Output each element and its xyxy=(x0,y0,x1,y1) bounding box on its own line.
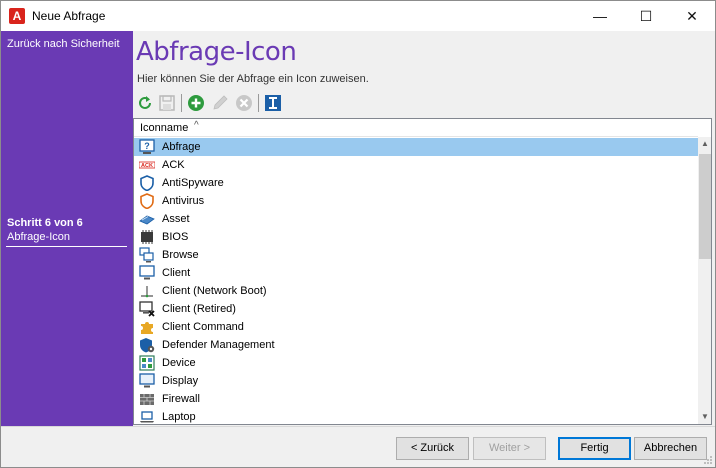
save-icon xyxy=(159,95,175,111)
refresh-icon[interactable] xyxy=(136,94,154,112)
list-item[interactable]: Client xyxy=(134,264,698,282)
list-item[interactable]: Client Command xyxy=(134,318,698,336)
list-item[interactable]: Device xyxy=(134,354,698,372)
list-item[interactable]: Laptop xyxy=(134,408,698,424)
laptop-icon xyxy=(140,411,154,423)
add-icon[interactable] xyxy=(187,94,205,112)
list-item-label: AntiSpyware xyxy=(162,177,224,189)
page-title: Abfrage-Icon xyxy=(136,37,297,67)
scroll-up-arrow-icon[interactable]: ▲ xyxy=(698,137,711,151)
resize-grip-icon[interactable] xyxy=(703,455,713,465)
svg-text:?: ? xyxy=(144,141,150,151)
list-rows: ? Abfrage ACK ACK AntiSpyware Antivirus … xyxy=(134,138,698,424)
toolbar-separator xyxy=(258,94,259,112)
page-subtitle: Hier können Sie der Abfrage ein Icon zuw… xyxy=(137,73,369,85)
list-item-label: Client Command xyxy=(162,321,244,333)
close-button[interactable]: ✕ xyxy=(669,1,715,31)
puzzle-icon xyxy=(141,322,153,334)
list-item-label: Client (Retired) xyxy=(162,303,236,315)
list-header[interactable]: Iconname ^ xyxy=(134,119,698,137)
toolbar xyxy=(133,91,715,115)
list-item-label: Browse xyxy=(162,249,199,261)
list-item[interactable]: Asset xyxy=(134,210,698,228)
wizard-sidebar: Zurück nach Sicherheit Schritt 6 von 6 A… xyxy=(1,31,133,426)
list-item[interactable]: Defender Management xyxy=(134,336,698,354)
list-item-label: BIOS xyxy=(162,231,189,243)
list-item-label: Abfrage xyxy=(162,141,201,153)
list-item-label: Laptop xyxy=(162,411,196,423)
list-item[interactable]: Antivirus xyxy=(134,192,698,210)
edit-icon xyxy=(213,95,228,110)
list-item-label: Client xyxy=(162,267,191,279)
dialog-footer: < Zurück Weiter > Fertig Abbrechen xyxy=(1,426,715,467)
list-item-label: Asset xyxy=(162,213,190,225)
finish-button[interactable]: Fertig xyxy=(558,437,631,460)
firewall-icon xyxy=(140,394,154,405)
sort-ascending-icon: ^ xyxy=(194,120,199,131)
monitor-retired-icon xyxy=(139,301,155,317)
vertical-scrollbar[interactable]: ▲ ▼ xyxy=(698,137,711,424)
svg-text:ACK: ACK xyxy=(141,163,153,169)
defender-icon xyxy=(140,338,155,353)
list-item-label: ACK xyxy=(162,159,185,171)
cancel-button[interactable]: Abbrechen xyxy=(634,437,707,460)
info-icon[interactable] xyxy=(264,94,282,112)
dialog-window: A Neue Abfrage — ☐ ✕ Zurück nach Sicherh… xyxy=(0,0,716,468)
scrollbar-thumb[interactable] xyxy=(699,154,711,259)
list-item[interactable]: Client (Retired) xyxy=(134,300,698,318)
toolbar-separator xyxy=(181,94,182,112)
list-item[interactable]: Client (Network Boot) xyxy=(134,282,698,300)
query-icon: ? xyxy=(139,139,155,154)
sidebar-divider xyxy=(6,246,127,247)
title-bar[interactable]: A Neue Abfrage — ☐ ✕ xyxy=(1,1,715,31)
device-icon xyxy=(139,355,155,371)
network-boot-icon xyxy=(141,286,153,298)
step-indicator: Schritt 6 von 6 xyxy=(7,217,83,229)
list-item-label: Defender Management xyxy=(162,339,275,351)
app-logo-icon: A xyxy=(9,8,25,24)
list-item-label: Antivirus xyxy=(162,195,205,207)
scroll-down-arrow-icon[interactable]: ▼ xyxy=(698,410,711,424)
shield-icon xyxy=(140,175,154,191)
list-item[interactable]: AntiSpyware xyxy=(134,174,698,192)
list-item[interactable]: ? Abfrage xyxy=(134,138,698,156)
list-item-label: Client (Network Boot) xyxy=(162,285,267,297)
main-content: Abfrage-Icon Hier können Sie der Abfrage… xyxy=(133,31,715,426)
browse-icon xyxy=(139,247,154,263)
display-icon xyxy=(139,373,155,388)
list-item[interactable]: Display xyxy=(134,372,698,390)
monitor-icon xyxy=(139,265,155,280)
list-item[interactable]: BIOS xyxy=(134,228,698,246)
delete-icon xyxy=(236,95,252,111)
list-item[interactable]: Browse xyxy=(134,246,698,264)
list-item-label: Device xyxy=(162,357,196,369)
list-item[interactable]: ACK ACK xyxy=(134,156,698,174)
list-item[interactable]: Firewall xyxy=(134,390,698,408)
window-title: Neue Abfrage xyxy=(32,9,106,23)
list-item-label: Firewall xyxy=(162,393,200,405)
shield-orange-icon xyxy=(140,193,154,209)
column-header-iconname[interactable]: Iconname xyxy=(140,122,188,134)
ack-icon: ACK xyxy=(139,161,155,169)
icon-list: Iconname ^ ? Abfrage ACK ACK AntiSpyware… xyxy=(133,118,712,425)
next-button: Weiter > xyxy=(473,437,546,460)
back-button[interactable]: < Zurück xyxy=(396,437,469,460)
list-item-label: Display xyxy=(162,375,199,387)
chip-icon xyxy=(141,230,153,244)
asset-icon xyxy=(139,215,155,225)
maximize-button[interactable]: ☐ xyxy=(623,1,669,31)
back-to-security-link[interactable]: Zurück nach Sicherheit xyxy=(7,38,127,51)
current-step-label: Abfrage-Icon xyxy=(7,231,70,243)
minimize-button[interactable]: — xyxy=(577,1,623,31)
